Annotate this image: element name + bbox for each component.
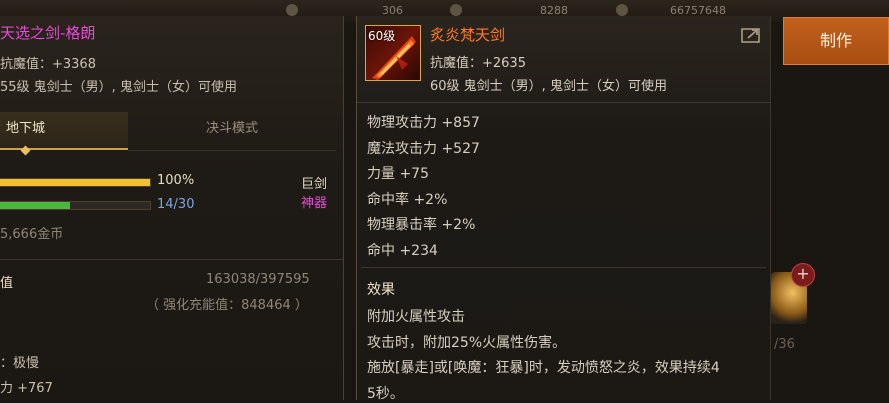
compare-anti-magic: 抗魔值：+3368 — [0, 57, 96, 72]
compare-enhance-note: （ 强化充能值：848464 ） — [146, 298, 308, 313]
share-icon[interactable] — [741, 26, 763, 44]
growth-bar — [0, 201, 151, 210]
currency-ticket-icon — [616, 4, 628, 16]
currency-coin-icon — [286, 4, 298, 16]
item-rarity: 神器 — [301, 196, 328, 211]
currency-gem-icon — [450, 4, 462, 16]
item-effect-line: 附加火属性攻击 — [367, 309, 465, 325]
item-stat-line: 魔法攻击力 +527 — [367, 140, 480, 157]
tab-indicator-icon — [20, 145, 31, 156]
durability-value: 100% — [157, 173, 195, 188]
item-stat-line: 力量 +75 — [367, 166, 429, 182]
item-stat-line: 物理暴击率 +2% — [367, 217, 476, 233]
effect-title: 效果 — [367, 282, 395, 298]
compare-item-tooltip: 天选之剑-格朗 抗魔值：+3368 55级 鬼剑士（男）, 鬼剑士（女）可使用 … — [0, 16, 344, 400]
add-icon[interactable]: + — [791, 263, 815, 287]
tab-dungeon[interactable]: 地下城 — [0, 112, 128, 156]
weapon-type: 巨剑 — [301, 177, 328, 192]
item-stat-line: 物理攻击力 +857 — [367, 115, 480, 131]
compare-power-stat: 力 +767 — [0, 381, 53, 396]
compare-gold-price: 5,666金币 — [0, 227, 64, 242]
durability-bar — [0, 178, 151, 187]
craft-button[interactable]: 制作 — [783, 17, 889, 65]
compare-item-name: 天选之剑-格朗 — [0, 24, 96, 42]
item-tooltip-header: 60级 炙炎梵天剑 抗魔值：+2635 60级 鬼剑士（男）, 鬼剑士（女）可使… — [357, 16, 770, 103]
item-level-badge: 60级 — [368, 29, 396, 43]
growth-bar-fill — [0, 202, 70, 209]
divider — [361, 267, 766, 268]
tab-dungeon-label: 地下城 — [6, 121, 46, 136]
item-usage: 60级 鬼剑士（男）, 鬼剑士（女）可使用 — [430, 79, 667, 94]
item-stat-line: 命中 +234 — [367, 242, 438, 259]
compare-attack-speed: ：极慢 — [0, 356, 40, 371]
durability-bar-fill — [0, 179, 150, 186]
item-anti-magic: 抗魔值：+2635 — [430, 56, 526, 71]
tab-duel[interactable]: 决斗模式 — [128, 112, 336, 151]
compare-value-numbers: 163038/397595 — [206, 272, 310, 287]
divider — [0, 259, 343, 260]
item-effect-line: 施放[暴走]或[唤魔：狂暴]时，发动愤怒之炎，效果持续4 — [367, 360, 720, 376]
growth-value: 14/30 — [157, 197, 195, 212]
item-stat-line: 命中率 +2% — [367, 191, 448, 208]
item-name: 炙炎梵天剑 — [430, 26, 506, 44]
flame-sword-item-icon: 60级 — [365, 25, 421, 81]
tab-duel-label: 决斗模式 — [205, 121, 258, 136]
compare-usage: 55级 鬼剑士（男）, 鬼剑士（女）可使用 — [0, 80, 237, 95]
compare-value-label: 值 — [0, 276, 14, 291]
item-effect-line: 攻击时，附加25%火属性伤害。 — [367, 334, 567, 351]
item-tooltip: 60级 炙炎梵天剑 抗魔值：+2635 60级 鬼剑士（男）, 鬼剑士（女）可使… — [356, 16, 771, 402]
material-count: /36 — [774, 337, 795, 352]
